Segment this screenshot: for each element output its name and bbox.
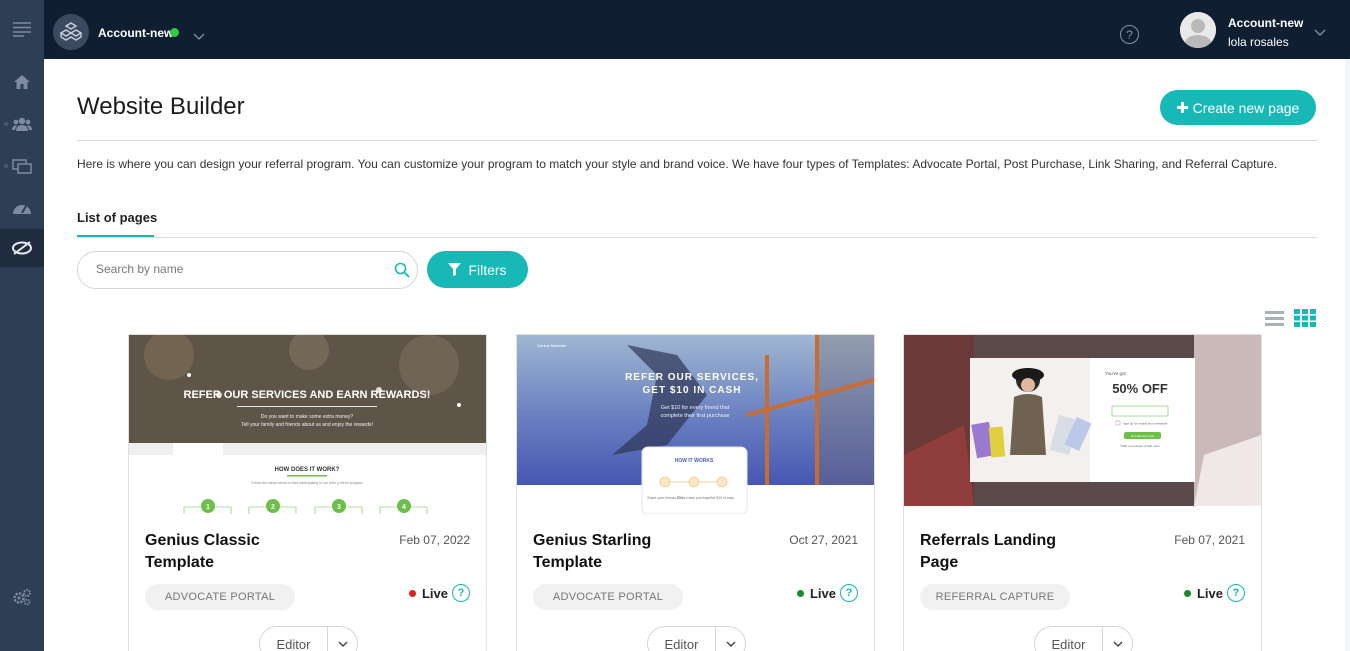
card-date: Oct 27, 2021 [789, 533, 858, 547]
template-thumbnail[interactable]: Genius Marketer REFER OUR SERVICES, GET … [517, 335, 874, 514]
help-icon[interactable]: ? [840, 584, 858, 602]
thumb-sub: complete their first purchase [660, 413, 729, 419]
search-input[interactable] [96, 262, 376, 276]
page-title: Website Builder [77, 93, 245, 120]
help-icon[interactable]: ? [1227, 584, 1245, 602]
plus-icon [1176, 102, 1188, 113]
status-badge: ADVOCATE PORTAL [533, 584, 683, 610]
create-new-page-label: Create new page [1192, 99, 1300, 116]
user-account-name[interactable]: Account-new [1228, 16, 1303, 30]
account-logo-icon[interactable] [53, 14, 89, 50]
list-view-icon[interactable] [1265, 311, 1284, 331]
thumb-headline: REFER OUR SERVICES, [625, 372, 759, 383]
divider [77, 237, 1317, 238]
thumb-box-title: HOW IT WORKS [675, 458, 714, 464]
status-dot [408, 589, 416, 597]
website-builder-icon[interactable] [0, 229, 44, 267]
editor-button-group: Editor [647, 626, 746, 651]
status-dot [1183, 589, 1191, 597]
page-card[interactable]: REFER OUR SERVICES AND EARN REWARDS! Do … [128, 334, 487, 651]
status-dot [796, 589, 804, 597]
thumb-step-number: 4 [402, 504, 406, 511]
thumb-steps-title: HOW DOES IT WORK? [275, 467, 340, 473]
create-new-page-button[interactable]: Create new page [1160, 90, 1316, 125]
grid-view-icon[interactable] [1294, 309, 1316, 332]
thumb-step-number: 1 [206, 504, 210, 511]
search-box [77, 251, 418, 289]
page-card[interactable]: You've got 50% OFF Sign up for emails an… [903, 334, 1262, 651]
screens-icon[interactable] [0, 147, 44, 185]
home-icon[interactable] [0, 63, 44, 101]
thumb-step-number: 3 [337, 504, 341, 511]
dashboard-icon[interactable] [0, 189, 44, 227]
filters-button[interactable]: Filters [427, 251, 528, 288]
chevron-down-icon[interactable] [1314, 24, 1326, 42]
status-badge: ADVOCATE PORTAL [145, 584, 295, 610]
card-date: Feb 07, 2022 [399, 533, 470, 547]
page-card[interactable]: Genius Marketer REFER OUR SERVICES, GET … [516, 334, 875, 651]
online-status-dot [170, 28, 179, 37]
card-date: Feb 07, 2021 [1174, 533, 1245, 547]
page-description: Here is where you can design your referr… [77, 157, 1278, 171]
divider [77, 140, 1317, 141]
chevron-down-icon[interactable] [716, 627, 745, 651]
live-label: Live [809, 585, 836, 601]
search-icon[interactable] [394, 262, 410, 283]
thumb-offer: 50% OFF [1112, 381, 1168, 396]
thumb-brand: Genius Marketer [537, 343, 567, 348]
thumb-step-number: 2 [271, 504, 275, 511]
thumb-footnote: *With a purchase of $40 more [1120, 444, 1160, 448]
thumb-button: Get discount now [1131, 434, 1155, 438]
thumb-steps-sub: Follow the steps below to start particip… [251, 481, 363, 485]
live-status: Live ? [796, 584, 858, 602]
chevron-down-icon[interactable] [193, 28, 205, 46]
filter-icon [448, 263, 462, 276]
help-icon[interactable]: ? [452, 584, 470, 602]
filters-label: Filters [468, 261, 507, 278]
thumb-sub: Do you want to make some extra money? [261, 414, 353, 420]
top-bar: Account-new ? Account-new lola rosales [44, 0, 1350, 59]
thumb-headline: GET $10 IN CASH [643, 385, 742, 396]
chevron-down-icon[interactable] [1103, 627, 1132, 651]
account-switcher-name[interactable]: Account-new [98, 26, 173, 40]
thumb-sub: Tell your family and friends about us an… [241, 422, 373, 428]
main-panel: Website Builder Create new page Here is … [44, 59, 1345, 651]
user-name[interactable]: lola rosales [1228, 35, 1289, 49]
thumb-step-label: Get $10 in cash [710, 496, 735, 500]
thumb-headline: REFER OUR SERVICES AND EARN REWARDS! [184, 389, 431, 401]
live-label: Live [1196, 585, 1223, 601]
status-badge: REFERRAL CAPTURE [920, 584, 1070, 610]
menu-icon[interactable] [0, 10, 44, 48]
live-status: Live ? [1183, 584, 1245, 602]
help-icon[interactable]: ? [1120, 25, 1139, 44]
tab-list-of-pages[interactable]: List of pages [77, 210, 157, 225]
editor-button[interactable]: Editor [260, 627, 328, 651]
avatar[interactable] [1180, 12, 1216, 48]
left-sidebar [0, 0, 44, 651]
chevron-down-icon[interactable] [328, 627, 357, 651]
settings-icon[interactable] [0, 578, 44, 616]
live-status: Live ? [408, 584, 470, 602]
thumb-youve-got: You've got [1105, 371, 1126, 376]
thumb-step-label: They make purchase [678, 496, 711, 500]
editor-button[interactable]: Editor [1035, 627, 1103, 651]
card-title[interactable]: Genius Classic Template [145, 530, 285, 574]
editor-button-group: Editor [1034, 626, 1133, 651]
template-thumbnail[interactable]: REFER OUR SERVICES AND EARN REWARDS! Do … [129, 335, 486, 514]
live-label: Live [421, 585, 448, 601]
thumb-checkbox-text: Sign up for emails and newsletter [1123, 422, 1167, 426]
editor-button[interactable]: Editor [648, 627, 716, 651]
users-icon[interactable] [0, 105, 44, 143]
card-title[interactable]: Genius Starling Template [533, 530, 673, 574]
template-thumbnail[interactable]: You've got 50% OFF Sign up for emails an… [904, 335, 1261, 514]
editor-button-group: Editor [259, 626, 358, 651]
card-title[interactable]: Referrals Landing Page [920, 530, 1060, 574]
thumb-sub: Get $10 for every friend that [661, 405, 730, 411]
